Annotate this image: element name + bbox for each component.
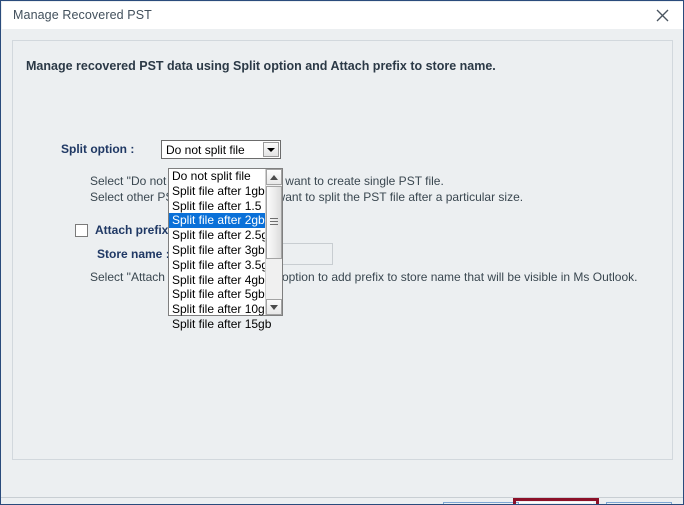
close-icon[interactable]: [640, 2, 683, 29]
scroll-up-glyph: [270, 174, 278, 180]
window-title: Manage Recovered PST: [13, 8, 152, 22]
scroll-up-arrow-icon[interactable]: [266, 169, 282, 185]
dropdown-option[interactable]: Split file after 15gb: [169, 317, 271, 332]
dropdown-option[interactable]: Split file after 5gb: [169, 287, 266, 302]
scroll-down-arrow-icon[interactable]: [266, 299, 282, 315]
dropdown-option-highlighted[interactable]: Split file after 2gb: [169, 213, 266, 229]
chevron-down-icon[interactable]: [263, 142, 279, 157]
split-option-dropdown-list[interactable]: Do not split file Split file after 1gb S…: [168, 168, 283, 331]
footer-separator: [1, 497, 683, 498]
dropdown-options-container: Do not split file Split file after 1gb S…: [169, 169, 278, 331]
dropdown-option[interactable]: Do not split file: [169, 169, 266, 184]
dropdown-option[interactable]: Split file after 1.5 gb: [169, 199, 278, 214]
wizard-page-panel: Manage recovered PST data using Split op…: [12, 40, 673, 460]
split-option-label: Split option :: [61, 142, 135, 156]
dropdown-option[interactable]: Split file after 10gb: [169, 302, 271, 317]
split-option-selected-value: Do not split file: [166, 143, 245, 157]
dropdown-option[interactable]: Split file after 4gb: [169, 273, 266, 288]
dropdown-option[interactable]: Split file after 3gb: [169, 243, 266, 258]
scrollbar-grip-icon: [270, 218, 278, 227]
store-name-label: Store name :: [97, 247, 170, 261]
next-button-highlight: Next >: [513, 498, 599, 504]
dropdown-option[interactable]: Split file after 1gb: [169, 184, 266, 199]
dialog-window: Manage Recovered PST Manage recovered PS…: [0, 0, 684, 505]
dropdown-option[interactable]: Split file after 3.5gb: [169, 258, 275, 273]
title-bar: Manage Recovered PST: [2, 2, 683, 29]
scroll-down-glyph: [270, 304, 278, 310]
dialog-client-area: Manage recovered PST data using Split op…: [2, 29, 683, 504]
page-heading: Manage recovered PST data using Split op…: [26, 59, 496, 73]
split-option-combobox[interactable]: Do not split file: [161, 140, 281, 159]
attach-prefix-checkbox[interactable]: [75, 223, 88, 237]
chevron-down-glyph: [267, 147, 275, 152]
dropdown-scrollbar[interactable]: [265, 169, 282, 315]
scrollbar-thumb[interactable]: [266, 186, 282, 259]
split-description-line-2: Select other PST split option if you wan…: [90, 190, 524, 204]
dropdown-option[interactable]: Split file after 2.5gb: [169, 228, 275, 243]
